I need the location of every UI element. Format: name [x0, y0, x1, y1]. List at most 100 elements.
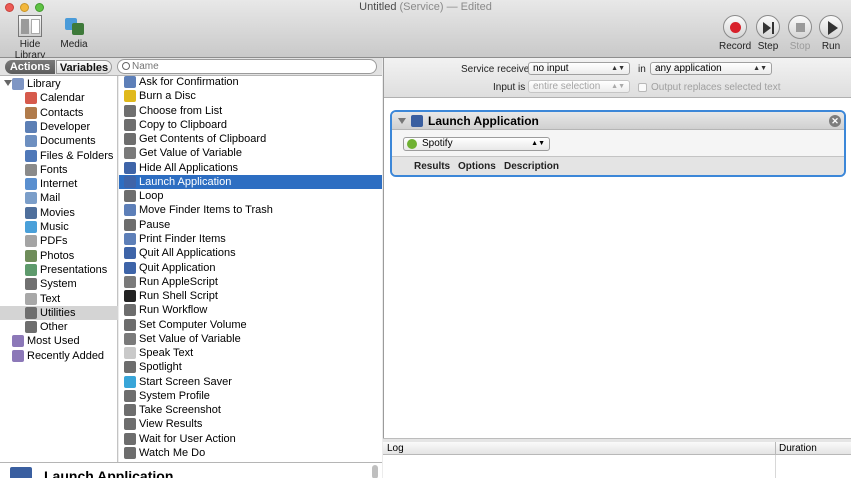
output-replaces-label: Output replaces selected text	[651, 82, 781, 93]
remove-action-icon[interactable]: ✕	[829, 115, 841, 127]
action-item-label: Pause	[139, 218, 171, 231]
hide-library-button[interactable]: Hide Library	[4, 15, 56, 61]
stop-button[interactable]: Stop	[787, 15, 813, 52]
action-item[interactable]: Set Value of Variable	[119, 332, 382, 346]
action-item[interactable]: System Profile	[119, 389, 382, 403]
description-scrollbar[interactable]	[372, 465, 378, 478]
service-receives-label: Service receives	[461, 64, 535, 75]
action-item[interactable]: Print Finder Items	[119, 232, 382, 246]
disclosure-triangle-icon[interactable]	[4, 80, 12, 86]
results-button[interactable]: Results	[414, 161, 450, 172]
photos-icon	[25, 249, 37, 262]
action-item[interactable]: Launch Application	[119, 174, 382, 189]
search-field[interactable]	[117, 59, 377, 74]
library-item[interactable]: Fonts	[0, 163, 118, 177]
column-divider	[775, 442, 776, 455]
popup-arrows-icon: ▲▼	[531, 140, 545, 147]
action-item[interactable]: Watch Me Do	[119, 446, 382, 460]
description-button[interactable]: Description	[504, 161, 559, 172]
library-item[interactable]: Utilities	[0, 305, 118, 320]
fonts-icon	[25, 163, 37, 176]
library-item[interactable]: Presentations	[0, 263, 118, 277]
loop-icon	[124, 190, 136, 203]
action-list: Ask for Confirmation Burn a Disc Choose fr…	[119, 76, 382, 462]
library-item[interactable]: Music	[0, 220, 118, 234]
tab-variables[interactable]: Variables	[56, 60, 112, 74]
action-item[interactable]: Hide All Applications	[119, 161, 382, 175]
action-item-label: Set Value of Variable	[139, 332, 241, 345]
action-item[interactable]: Start Screen Saver	[119, 375, 382, 389]
action-item[interactable]: Run Shell Script	[119, 289, 382, 303]
internet-icon	[25, 178, 37, 191]
action-item[interactable]: Quit All Applications	[119, 246, 382, 260]
disclosure-triangle-icon[interactable]	[398, 118, 406, 124]
action-item[interactable]: Spotlight	[119, 360, 382, 374]
action-item[interactable]: Move Finder Items to Trash	[119, 203, 382, 217]
library-item[interactable]: Photos	[0, 249, 118, 263]
media-button[interactable]: Media	[58, 15, 90, 50]
step-button[interactable]: Step	[755, 15, 781, 52]
library-item[interactable]: Text	[0, 292, 118, 306]
record-button[interactable]: Record	[719, 15, 751, 52]
log-column-header[interactable]: Log	[387, 443, 404, 454]
action-item[interactable]: Quit Application	[119, 261, 382, 275]
action-item[interactable]: Get Value of Variable	[119, 146, 382, 160]
action-item[interactable]: Set Computer Volume	[119, 318, 382, 332]
action-item[interactable]: Pause	[119, 218, 382, 232]
action-item[interactable]: Choose from List	[119, 104, 382, 118]
confirm-icon	[124, 76, 136, 88]
library-item[interactable]: Files & Folders	[0, 149, 118, 163]
library-item[interactable]: Internet	[0, 177, 118, 191]
library-item-label: Most Used	[27, 335, 80, 348]
library-item-label: Calendar	[40, 92, 85, 105]
library-item[interactable]: Movies	[0, 206, 118, 220]
application-select[interactable]: Spotify ▲▼	[403, 137, 550, 151]
action-item[interactable]: Loop	[119, 189, 382, 203]
results-icon	[124, 418, 136, 431]
action-card-footer: Results Options Description	[392, 156, 844, 175]
other-icon	[25, 321, 37, 334]
options-button[interactable]: Options	[458, 161, 496, 172]
action-item[interactable]: Wait for User Action	[119, 432, 382, 446]
pause-icon	[124, 218, 136, 231]
library-item[interactable]: Mail	[0, 191, 118, 205]
library-item-label: Internet	[40, 178, 78, 191]
action-item[interactable]: View Results	[119, 417, 382, 431]
library-item[interactable]: Documents	[0, 134, 118, 148]
action-item-label: Move Finder Items to Trash	[139, 204, 273, 217]
action-item[interactable]: Copy to Clipboard	[119, 118, 382, 132]
action-item[interactable]: Run AppleScript	[119, 275, 382, 289]
library-item[interactable]: Most Used	[0, 334, 118, 348]
action-item-label: Run Shell Script	[139, 290, 218, 303]
action-item[interactable]: Run Workflow	[119, 303, 382, 317]
library-item[interactable]: Developer	[0, 120, 118, 134]
run-button[interactable]: Run	[818, 15, 844, 52]
action-item[interactable]: Get Contents of Clipboard	[119, 132, 382, 146]
library-item[interactable]: Other	[0, 320, 118, 334]
text-icon	[25, 292, 37, 305]
launch-application-action-card[interactable]: Launch Application ✕ Spotify ▲▼ Results …	[390, 110, 846, 177]
library-item[interactable]: Recently Added	[0, 349, 118, 363]
library-item[interactable]: Calendar	[0, 91, 118, 105]
search-input[interactable]	[132, 60, 372, 73]
action-item[interactable]: Burn a Disc	[119, 89, 382, 103]
application-popup[interactable]: any application ▲▼	[650, 62, 772, 75]
input-is-popup[interactable]: entire selection ▲▼	[528, 80, 630, 93]
log-header: Log Duration	[383, 442, 851, 455]
library-item[interactable]: System	[0, 277, 118, 291]
action-item[interactable]: Speak Text	[119, 346, 382, 360]
media-label: Media	[60, 39, 88, 50]
log-table: Log Duration	[383, 442, 851, 478]
library-item[interactable]: Contacts	[0, 106, 118, 120]
action-item-label: Ask for Confirmation	[139, 76, 239, 88]
library-item[interactable]: Library	[0, 77, 118, 91]
service-receives-popup[interactable]: no input ▲▼	[528, 62, 630, 75]
output-replaces-checkbox[interactable]	[638, 83, 647, 92]
action-item[interactable]: Take Screenshot	[119, 403, 382, 417]
tab-actions[interactable]: Actions	[5, 60, 55, 74]
duration-column-header[interactable]: Duration	[779, 443, 817, 454]
library-header: Actions Variables	[0, 58, 382, 76]
library-item[interactable]: PDFs	[0, 234, 118, 248]
apps-icon	[124, 261, 136, 274]
action-item[interactable]: Ask for Confirmation	[119, 75, 382, 89]
